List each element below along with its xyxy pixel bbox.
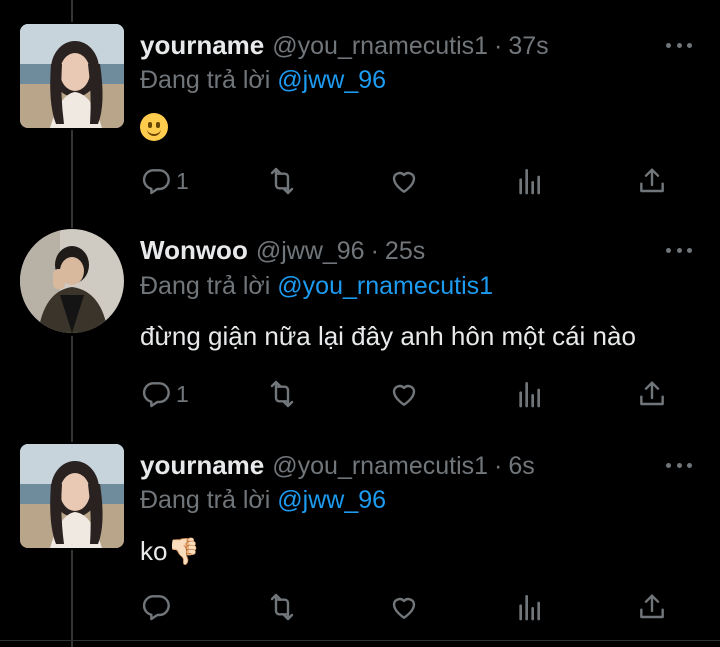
reply-button[interactable] bbox=[140, 590, 176, 624]
timestamp[interactable]: 6s bbox=[508, 452, 534, 481]
retweet-button[interactable] bbox=[266, 164, 298, 198]
retweet-button[interactable] bbox=[266, 377, 298, 411]
display-name[interactable]: Wonwoo bbox=[140, 235, 248, 266]
timestamp[interactable]: 37s bbox=[508, 32, 548, 61]
share-icon bbox=[640, 594, 664, 619]
mention-link[interactable]: @you_rnamecutis1 bbox=[277, 272, 493, 300]
analytics-icon bbox=[519, 382, 540, 408]
more-icon[interactable] bbox=[666, 246, 692, 254]
user-handle[interactable]: @you_rnamecutis1 bbox=[272, 32, 488, 61]
retweet-icon bbox=[270, 167, 294, 195]
retweet-icon bbox=[270, 380, 294, 408]
reply-count: 1 bbox=[176, 380, 189, 407]
like-icon bbox=[392, 171, 416, 193]
tweet-text bbox=[140, 110, 168, 142]
mention-link[interactable]: @jww_96 bbox=[277, 486, 386, 514]
analytics-icon bbox=[519, 595, 540, 621]
reply-icon bbox=[142, 169, 170, 195]
replying-to: Đang trả lời @jww_96 bbox=[140, 66, 386, 95]
tweet-3[interactable]: yourname @you_rnamecutis1 · 6s Đang trả … bbox=[0, 430, 720, 640]
reply-prefix: Đang trả lời bbox=[140, 486, 271, 514]
analytics-button[interactable] bbox=[514, 164, 546, 198]
tweet-header: Wonwoo @jww_96 · 25s bbox=[140, 235, 425, 269]
avatar[interactable] bbox=[20, 229, 124, 333]
retweet-button[interactable] bbox=[266, 590, 298, 624]
analytics-button[interactable] bbox=[514, 377, 546, 411]
like-button[interactable] bbox=[388, 164, 420, 198]
timestamp[interactable]: 25s bbox=[385, 237, 425, 266]
action-bar bbox=[140, 590, 680, 624]
display-name[interactable]: yourname bbox=[140, 30, 264, 61]
avatar[interactable] bbox=[20, 444, 124, 548]
tweet-2[interactable]: Wonwoo @jww_96 · 25s Đang trả lời @you_r… bbox=[0, 215, 720, 430]
slightly-smiling-face-icon bbox=[140, 113, 168, 142]
user-handle[interactable]: @you_rnamecutis1 bbox=[272, 452, 488, 481]
mention-link[interactable]: @jww_96 bbox=[277, 66, 386, 94]
like-button[interactable] bbox=[388, 377, 420, 411]
share-icon bbox=[640, 381, 664, 406]
tweet-header: yourname @you_rnamecutis1 · 6s bbox=[140, 450, 535, 484]
share-icon bbox=[640, 168, 664, 193]
share-button[interactable] bbox=[636, 590, 668, 624]
user-handle[interactable]: @jww_96 bbox=[256, 237, 365, 266]
separator: · bbox=[494, 32, 503, 60]
share-button[interactable] bbox=[636, 377, 668, 411]
display-name[interactable]: yourname bbox=[140, 450, 264, 481]
retweet-icon bbox=[270, 593, 294, 621]
more-icon[interactable] bbox=[666, 461, 692, 469]
tweet-text: đừng giận nữa lại đây anh hôn một cái nà… bbox=[140, 321, 636, 351]
tweet-header: yourname @you_rnamecutis1 · 37s bbox=[140, 30, 549, 64]
reply-prefix: Đang trả lời bbox=[140, 272, 271, 300]
action-bar: 1 bbox=[140, 164, 680, 198]
like-icon bbox=[392, 384, 416, 406]
reply-prefix: Đang trả lời bbox=[140, 66, 271, 94]
share-button[interactable] bbox=[636, 164, 668, 198]
like-icon bbox=[392, 597, 416, 619]
reply-icon bbox=[142, 382, 170, 408]
analytics-button[interactable] bbox=[514, 590, 546, 624]
tweet-1[interactable]: yourname @you_rnamecutis1 · 37s Đang trả… bbox=[0, 0, 720, 215]
separator: · bbox=[494, 452, 503, 480]
replying-to: Đang trả lời @jww_96 bbox=[140, 486, 386, 515]
reply-button[interactable]: 1 bbox=[140, 164, 189, 198]
avatar[interactable] bbox=[20, 24, 124, 128]
replying-to: Đang trả lời @you_rnamecutis1 bbox=[140, 272, 493, 301]
tweet-text: ko👎🏻 bbox=[140, 536, 200, 566]
reply-count: 1 bbox=[176, 167, 189, 194]
like-button[interactable] bbox=[388, 590, 420, 624]
action-bar: 1 bbox=[140, 377, 680, 411]
separator: · bbox=[370, 237, 379, 265]
reply-button[interactable]: 1 bbox=[140, 377, 189, 411]
divider bbox=[0, 640, 720, 641]
more-icon[interactable] bbox=[666, 41, 692, 49]
reply-icon bbox=[142, 595, 170, 621]
analytics-icon bbox=[519, 169, 540, 195]
